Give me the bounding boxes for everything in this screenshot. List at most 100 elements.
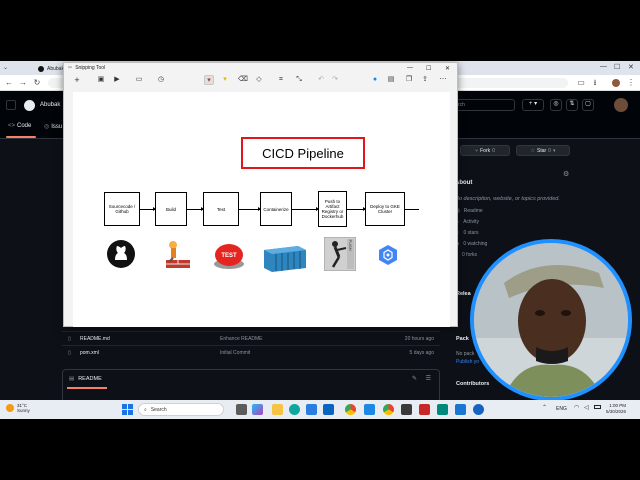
file-name[interactable]: pom.xml bbox=[80, 350, 99, 356]
commit-message[interactable]: Enhance README bbox=[220, 336, 263, 342]
delay-timer-icon[interactable]: ◷ bbox=[156, 75, 166, 85]
hamburger-menu-icon[interactable] bbox=[6, 100, 16, 110]
weather-desc: Sunny bbox=[17, 408, 30, 413]
wifi-icon[interactable]: ◠ bbox=[574, 404, 579, 411]
file-list: ▯ README.md Enhance README 20 hours ago … bbox=[62, 331, 440, 359]
table-row[interactable]: ▯ pom.xml Initial Commit 5 days ago bbox=[62, 345, 440, 359]
issues-icon[interactable]: ◎ bbox=[550, 99, 562, 111]
copilot-icon[interactable] bbox=[252, 404, 263, 415]
close-window-button[interactable]: ✕ bbox=[628, 63, 634, 71]
cast-icon[interactable]: ▭ bbox=[576, 78, 586, 88]
test-button-icon: TEST bbox=[214, 244, 244, 269]
notifications-icon[interactable]: ▢ bbox=[582, 99, 594, 111]
star-button[interactable]: ☆ Star 0 ▾ bbox=[516, 145, 570, 156]
tray-overflow-icon[interactable]: ⌃ bbox=[542, 404, 547, 411]
taskbar-search-label: Search bbox=[150, 406, 167, 413]
chrome-menu-button[interactable]: ⌄ bbox=[3, 64, 13, 72]
text-actions-icon[interactable]: ⤡ bbox=[294, 75, 304, 85]
outlook-icon[interactable] bbox=[323, 404, 334, 415]
profile-avatar[interactable] bbox=[612, 79, 620, 87]
table-row[interactable]: ▯ README.md Enhance README 20 hours ago bbox=[62, 331, 440, 345]
stage-push: Push to Artifact Registry or Dockerhub bbox=[318, 191, 347, 227]
about-activity-label: Activity bbox=[463, 219, 480, 225]
crop-icon[interactable]: ⌗ bbox=[276, 75, 286, 85]
back-arrow-icon[interactable]: ← bbox=[4, 78, 14, 88]
eraser-icon[interactable]: ⌫ bbox=[238, 75, 248, 85]
stage-test: Test bbox=[203, 192, 239, 226]
snip-close-button[interactable]: ✕ bbox=[445, 65, 450, 72]
weather-widget[interactable]: 31°C Sunny bbox=[6, 403, 30, 413]
about-description: No description, website, or topics provi… bbox=[455, 196, 560, 202]
file-icon: ▯ bbox=[68, 336, 71, 342]
commit-message[interactable]: Initial Commit bbox=[220, 350, 250, 356]
new-snip-icon[interactable]: + bbox=[72, 75, 82, 85]
fork-button[interactable]: ⑂ Fork 0 bbox=[460, 145, 510, 156]
outline-list-icon[interactable]: ☰ bbox=[426, 375, 431, 382]
more-options-icon[interactable]: ⋯ bbox=[438, 75, 448, 85]
minimize-window-button[interactable]: — bbox=[600, 63, 607, 70]
file-name[interactable]: README.md bbox=[80, 336, 110, 342]
gear-icon[interactable]: ⚙ bbox=[563, 170, 569, 178]
forward-arrow-icon[interactable]: → bbox=[18, 78, 28, 88]
file-explorer-icon[interactable] bbox=[272, 404, 283, 415]
download-icon[interactable]: ⭳ bbox=[590, 78, 600, 88]
stage-containerize: Containerize bbox=[260, 192, 292, 226]
paint-icon[interactable]: ● bbox=[370, 75, 380, 85]
start-button[interactable] bbox=[122, 404, 133, 415]
redo-icon[interactable]: ↷ bbox=[330, 75, 340, 85]
about-readme-link[interactable]: ▤ Readme bbox=[455, 208, 585, 214]
app-icon[interactable] bbox=[473, 404, 484, 415]
trailing-line bbox=[405, 209, 419, 210]
chrome-more-menu-icon[interactable]: ⋮ bbox=[626, 78, 636, 88]
battery-icon[interactable] bbox=[594, 405, 601, 409]
shapes-icon[interactable]: ◇ bbox=[254, 75, 264, 85]
readme-tab[interactable]: ▤ README bbox=[69, 376, 102, 382]
taskbar-search-box[interactable]: ⌕ Search bbox=[138, 403, 224, 416]
github-logo-icon[interactable] bbox=[24, 100, 35, 111]
repo-owner-link[interactable]: Abubak bbox=[40, 102, 60, 108]
reload-icon[interactable]: ↻ bbox=[32, 78, 42, 88]
app-icon[interactable] bbox=[437, 404, 448, 415]
tab-code[interactable]: <> Code bbox=[8, 123, 31, 129]
undo-icon[interactable]: ↶ bbox=[316, 75, 326, 85]
volume-icon[interactable]: ◁ bbox=[584, 404, 589, 411]
create-new-button[interactable]: + ▾ bbox=[522, 99, 544, 111]
chrome-icon[interactable] bbox=[345, 404, 356, 415]
stage-build: Build bbox=[155, 192, 187, 226]
maximize-window-button[interactable]: ☐ bbox=[614, 63, 620, 71]
snip-mode-icon[interactable]: ▣ bbox=[96, 75, 106, 85]
github-search-input[interactable]: rch bbox=[455, 99, 515, 111]
push-icon-text: PUSH bbox=[348, 239, 353, 250]
search-placeholder: rch bbox=[458, 102, 465, 108]
clock[interactable]: 1:00 PM 5/30/2026 bbox=[606, 403, 626, 415]
edit-pencil-icon[interactable]: ✎ bbox=[412, 375, 417, 382]
packages-heading[interactable]: Pack bbox=[456, 336, 469, 342]
highlighter-icon[interactable]: ▾ bbox=[220, 75, 230, 85]
user-avatar[interactable] bbox=[614, 98, 628, 112]
edge-icon[interactable] bbox=[289, 404, 300, 415]
snip-maximize-button[interactable]: ☐ bbox=[426, 65, 431, 72]
snip-minimize-button[interactable]: — bbox=[407, 65, 413, 71]
stage-label: Push to Artifact Registry or Dockerhub bbox=[321, 199, 344, 219]
copy-icon[interactable]: ❐ bbox=[404, 75, 414, 85]
app-icon[interactable] bbox=[364, 404, 375, 415]
pull-requests-icon[interactable]: ⇅ bbox=[566, 99, 578, 111]
tab-issues[interactable]: ◎ Issu bbox=[44, 123, 62, 131]
about-activity-link[interactable]: ∿ Activity bbox=[455, 219, 585, 225]
share-icon[interactable]: ⇪ bbox=[420, 75, 430, 85]
video-mode-icon[interactable]: ▶ bbox=[112, 75, 122, 85]
language-indicator[interactable]: ENG bbox=[556, 406, 567, 412]
rectangle-mode-icon[interactable]: ▭ bbox=[134, 75, 144, 85]
tab-code-underline bbox=[6, 136, 36, 138]
chrome-profile-icon[interactable] bbox=[383, 404, 394, 415]
task-view-icon[interactable] bbox=[236, 404, 247, 415]
about-stars-link[interactable]: ☆ 0 stars bbox=[455, 230, 585, 236]
pen-tool-icon[interactable]: ▾ bbox=[204, 75, 214, 85]
store-icon[interactable] bbox=[306, 404, 317, 415]
releases-heading[interactable]: Relea bbox=[456, 291, 471, 297]
app-icon[interactable] bbox=[401, 404, 412, 415]
scissors-icon: ✂ bbox=[68, 65, 73, 71]
vscode-icon[interactable] bbox=[455, 404, 466, 415]
save-icon[interactable]: ▤ bbox=[386, 75, 396, 85]
app-icon[interactable] bbox=[419, 404, 430, 415]
